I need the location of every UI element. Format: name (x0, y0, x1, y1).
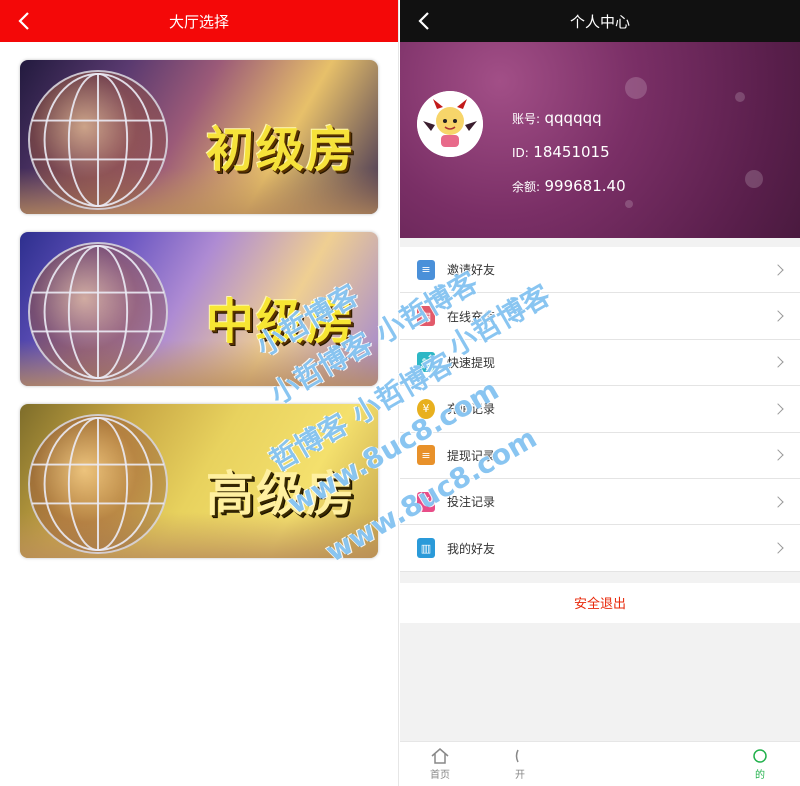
tab-blank-2[interactable] (640, 742, 720, 786)
recharge-icon: ▤ (417, 306, 435, 327)
invite-icon: ≡ (417, 259, 435, 280)
menu-item-online-recharge[interactable]: ▤ 在线充值 (400, 293, 800, 340)
menu-item-quick-withdraw[interactable]: ✎ 快速提现 (400, 340, 800, 387)
blank-icon (590, 755, 610, 773)
room-list: 初级房 中级房 高级房 (0, 42, 398, 558)
back-button[interactable] (12, 0, 36, 42)
tab-label: 的 (755, 770, 765, 781)
menu-item-label: 我的好友 (447, 541, 496, 556)
id-label: ID: (512, 146, 529, 160)
user-icon (753, 749, 767, 763)
menu-item-bet-records[interactable]: ¥ 投注记录 (400, 479, 800, 526)
globe-icon (28, 242, 168, 382)
menu-item-my-friends[interactable]: ▥ 我的好友 (400, 525, 800, 572)
balance-value: 999681.40 (544, 177, 626, 195)
home-icon (431, 748, 449, 764)
bottom-tab-bar: 首页 开 的 (400, 741, 800, 786)
chevron-right-icon (772, 264, 784, 276)
lobby-header: 大厅选择 (0, 0, 398, 42)
book-icon: ▥ (417, 538, 435, 559)
chevron-right-icon (772, 310, 784, 322)
app-root: 大厅选择 初级房 中级房 高级房 个人中心 账号: qqqqqq ID: 184… (0, 0, 800, 786)
tab-open[interactable]: 开 (480, 742, 560, 786)
globe-icon (28, 70, 168, 210)
logout-button[interactable]: 安全退出 (400, 582, 800, 623)
menu-list: ≡ 邀请好友 ▤ 在线充值 ✎ 快速提现 ¥ 充值记录 ≡ 提现记录 ¥ 投注记… (400, 247, 800, 572)
lobby-panel: 大厅选择 初级房 中级房 高级房 (0, 0, 399, 786)
account-row: 账号: qqqqqq (512, 102, 626, 136)
tab-mine[interactable]: 的 (720, 742, 800, 786)
menu-item-invite-friends[interactable]: ≡ 邀请好友 (400, 247, 800, 294)
menu-item-recharge-records[interactable]: ¥ 充值记录 (400, 386, 800, 433)
balance-row: 余额: 999681.40 (512, 170, 626, 204)
yuan-coin-icon: ¥ (417, 398, 435, 419)
back-button[interactable] (412, 0, 436, 42)
account-value: qqqqqq (544, 109, 602, 127)
id-value: 18451015 (533, 143, 610, 161)
personal-center-header: 个人中心 (400, 0, 800, 42)
bet-icon: ¥ (417, 491, 435, 512)
menu-item-label: 提现记录 (447, 448, 496, 463)
devil-avatar-icon (417, 91, 483, 157)
chevron-right-icon (772, 542, 784, 554)
tab-blank-1[interactable] (560, 742, 640, 786)
account-label: 账号: (512, 112, 541, 126)
room-label: 高级房 (205, 466, 356, 522)
menu-item-label: 邀请好友 (447, 263, 496, 278)
chevron-right-icon (772, 495, 784, 508)
tab-home[interactable]: 首页 (400, 742, 480, 786)
room-label: 中级房 (205, 294, 356, 350)
room-card-beginner[interactable]: 初级房 (20, 60, 378, 214)
id-row: ID: 18451015 (512, 136, 626, 170)
globe-icon (28, 414, 168, 554)
room-card-advanced[interactable]: 高级房 (20, 404, 378, 558)
menu-item-withdraw-records[interactable]: ≡ 提现记录 (400, 433, 800, 479)
list-icon (515, 749, 519, 763)
profile-card: 账号: qqqqqq ID: 18451015 余额: 999681.40 (400, 42, 800, 238)
page-title: 个人中心 (569, 12, 630, 31)
personal-center-panel: 个人中心 账号: qqqqqq ID: 18451015 余额: 999681.… (400, 0, 800, 786)
decorative-bubble (625, 200, 633, 208)
room-card-intermediate[interactable]: 中级房 (20, 232, 378, 386)
menu-item-label: 快速提现 (447, 355, 496, 370)
document-icon: ≡ (417, 445, 435, 466)
chevron-left-icon (18, 12, 29, 30)
withdraw-icon: ✎ (417, 352, 435, 373)
account-info: 账号: qqqqqq ID: 18451015 余额: 999681.40 (512, 102, 626, 204)
tab-label: 开 (515, 770, 525, 781)
menu-item-label: 在线充值 (447, 309, 496, 324)
blank-icon (670, 755, 690, 773)
menu-item-label: 充值记录 (447, 402, 496, 417)
chevron-left-icon (418, 12, 429, 30)
tab-label: 首页 (430, 770, 450, 781)
decorative-bubble (745, 170, 763, 188)
decorative-bubble (625, 77, 647, 99)
balance-label: 余额: (512, 180, 541, 194)
chevron-right-icon (772, 356, 784, 369)
avatar[interactable] (417, 91, 483, 157)
chevron-right-icon (772, 449, 784, 461)
decorative-bubble (735, 92, 745, 102)
page-title: 大厅选择 (168, 12, 229, 31)
chevron-right-icon (772, 403, 784, 415)
menu-item-label: 投注记录 (447, 495, 496, 510)
room-label: 初级房 (205, 122, 356, 178)
